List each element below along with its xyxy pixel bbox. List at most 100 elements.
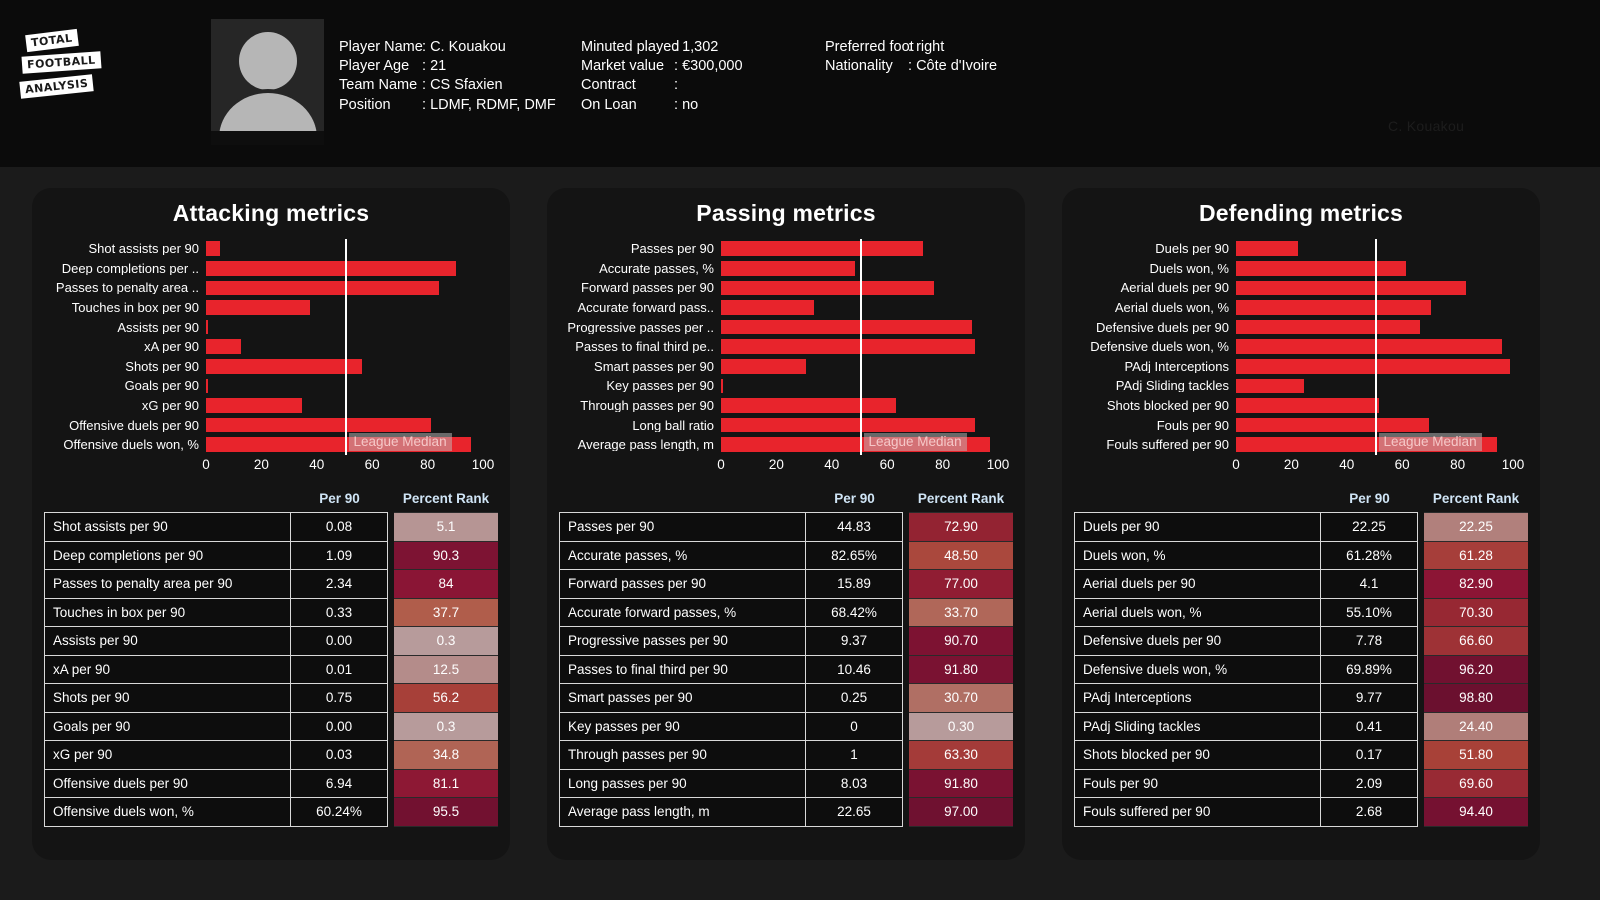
league-median-line: [344, 239, 348, 455]
axis-tick-label: 0: [717, 456, 725, 472]
table-cell-metric: Passes to final third per 90: [559, 654, 806, 684]
chart-bar-row: Offensive duels per 90: [32, 415, 510, 435]
person-placeholder-icon-body: [218, 89, 317, 131]
player-info-row: Minuted played: 1,302: [581, 38, 743, 57]
percentile-bar-chart: Shot assists per 90 Deep completions per …: [32, 239, 510, 472]
chart-bar-row: Defensive duels won, %: [1062, 337, 1540, 357]
chart-bar-label: Key passes per 90: [606, 379, 714, 393]
column-header-per90: Per 90: [834, 491, 875, 506]
chart-bar: [1236, 319, 1421, 335]
chart-bar-row: Fouls per 90: [1062, 415, 1540, 435]
chart-bar: [206, 358, 362, 374]
chart-bar: [206, 378, 208, 394]
table-row: Shots per 90 0.75 56.2: [44, 683, 498, 713]
table-cell-metric: Shots blocked per 90: [1074, 740, 1321, 770]
table-cell-percent-rank: 48.50: [909, 540, 1013, 570]
axis-tick-label: 40: [309, 456, 325, 472]
chart-bar-label: Forward passes per 90: [581, 281, 714, 295]
percentile-bar-chart: Duels per 90 Duels won, % Aerial duels per…: [1062, 239, 1540, 472]
player-info-column-1: Player Name: C. Kouakou Player Age: 21 Tea…: [339, 38, 556, 115]
chart-bar-label: Accurate forward pass..: [577, 301, 714, 315]
chart-bar-label: Deep completions per ..: [61, 261, 199, 275]
table-cell-metric: Aerial duels won, %: [1074, 597, 1321, 627]
player-info-separator: :: [674, 96, 683, 113]
table-row: Deep completions per 90 1.09 90.3: [44, 540, 498, 570]
chart-bar-label: Shots blocked per 90: [1106, 399, 1229, 413]
axis-tick-label: 0: [202, 456, 210, 472]
chart-bar-row: Smart passes per 90: [547, 357, 1025, 377]
chart-bar-row: Accurate forward pass..: [547, 298, 1025, 318]
chart-bar-row: Aerial duels won, %: [1062, 298, 1540, 318]
logo-strip-analysis: ANALYSIS: [19, 74, 95, 99]
table-cell-per90: 82.65%: [806, 540, 903, 570]
table-cell-per90: 9.77: [1321, 683, 1418, 713]
panel-defending-metrics: Defending metrics Duels per 90 Duels won, …: [1062, 188, 1540, 860]
logo-strip-football: FOOTBALL: [21, 51, 102, 74]
table-cell-per90: 2.34: [291, 569, 388, 599]
table-cell-percent-rank: 24.40: [1424, 711, 1528, 741]
table-cell-metric: Forward passes per 90: [559, 569, 806, 599]
table-row: Aerial duels won, % 55.10% 70.30: [1074, 597, 1528, 627]
player-info-separator: :: [674, 39, 683, 55]
metrics-table-header: Per 90 Percent Rank: [1074, 491, 1528, 512]
axis-tick-label: 20: [768, 456, 784, 472]
metrics-table-header: Per 90 Percent Rank: [44, 491, 498, 512]
chart-bar-row: Duels per 90: [1062, 239, 1540, 259]
table-row: Fouls per 90 2.09 69.60: [1074, 768, 1528, 798]
table-row: PAdj Interceptions 9.77 98.80: [1074, 683, 1528, 713]
player-info-value: 1,302: [682, 39, 719, 55]
chart-bar-row: Goals per 90: [32, 376, 510, 396]
player-info-value: C. Kouakou: [430, 39, 506, 55]
chart-bar: [721, 417, 976, 433]
player-info-row: Player Name: C. Kouakou: [339, 38, 556, 57]
table-row: Progressive passes per 90 9.37 90.70: [559, 626, 1013, 656]
table-cell-percent-rank: 0.3: [394, 626, 498, 656]
metrics-table: Per 90 Percent Rank Passes per 90 44.83 72.9…: [559, 491, 1013, 827]
table-row: Defensive duels won, % 69.89% 96.20: [1074, 654, 1528, 684]
chart-bar-row: Touches in box per 90: [32, 298, 510, 318]
chart-bar-label: Through passes per 90: [580, 399, 714, 413]
player-info-value: €300,000: [682, 58, 743, 75]
table-row: Shot assists per 90 0.08 5.1: [44, 512, 498, 542]
panel-title: Attacking metrics: [172, 200, 370, 226]
table-cell-per90: 0.01: [291, 654, 388, 684]
table-row: Touches in box per 90 0.33 37.7: [44, 597, 498, 627]
chart-bar-row: PAdj Sliding tackles: [1062, 376, 1540, 396]
chart-bar-row: PAdj Interceptions: [1062, 357, 1540, 377]
chart-bar-label: Duels per 90: [1155, 242, 1229, 256]
table-cell-metric: Long passes per 90: [559, 768, 806, 798]
table-cell-percent-rank: 91.80: [909, 654, 1013, 684]
table-row: xA per 90 0.01 12.5: [44, 654, 498, 684]
chart-bar-label: Defensive duels won, %: [1090, 340, 1229, 354]
player-info-value: CS Sfaxien: [430, 77, 503, 94]
table-cell-metric: Smart passes per 90: [559, 683, 806, 713]
player-info-value: no: [682, 96, 699, 113]
table-cell-metric: PAdj Sliding tackles: [1074, 711, 1321, 741]
axis-tick-label: 80: [935, 456, 951, 472]
panel-attacking-metrics: Attacking metrics Shot assists per 90 Deep…: [32, 188, 510, 860]
chart-bar-label: Passes to final third pe..: [575, 340, 714, 354]
chart-bar-label: Shot assists per 90: [88, 242, 199, 256]
table-cell-metric: xA per 90: [44, 654, 291, 684]
player-info-key: Market value: [581, 58, 665, 75]
table-cell-per90: 1: [806, 740, 903, 770]
chart-bar-row: Shot assists per 90: [32, 239, 510, 259]
column-header-metric: [1074, 491, 1321, 506]
chart-bar: [206, 417, 431, 433]
table-cell-metric: PAdj Interceptions: [1074, 683, 1321, 713]
dashboard-header: TOTAL FOOTBALL ANALYSIS Player Name: C. …: [0, 0, 1600, 167]
chart-bar: [721, 358, 807, 374]
table-cell-metric: Touches in box per 90: [44, 597, 291, 627]
chart-bar-row: Forward passes per 90: [547, 278, 1025, 298]
chart-bar-label: Assists per 90: [117, 320, 199, 334]
chart-bar-row: Progressive passes per ..: [547, 317, 1025, 337]
table-row: Passes to final third per 90 10.46 91.80: [559, 654, 1013, 684]
player-info-key: Nationality: [825, 58, 893, 75]
table-row: Shots blocked per 90 0.17 51.80: [1074, 740, 1528, 770]
chart-bar: [721, 319, 973, 335]
table-cell-metric: Average pass length, m: [559, 797, 806, 827]
axis-tick-label: 20: [1283, 456, 1299, 472]
table-cell-percent-rank: 33.70: [909, 597, 1013, 627]
table-cell-metric: Passes to penalty area per 90: [44, 569, 291, 599]
table-cell-percent-rank: 69.60: [1424, 768, 1528, 798]
